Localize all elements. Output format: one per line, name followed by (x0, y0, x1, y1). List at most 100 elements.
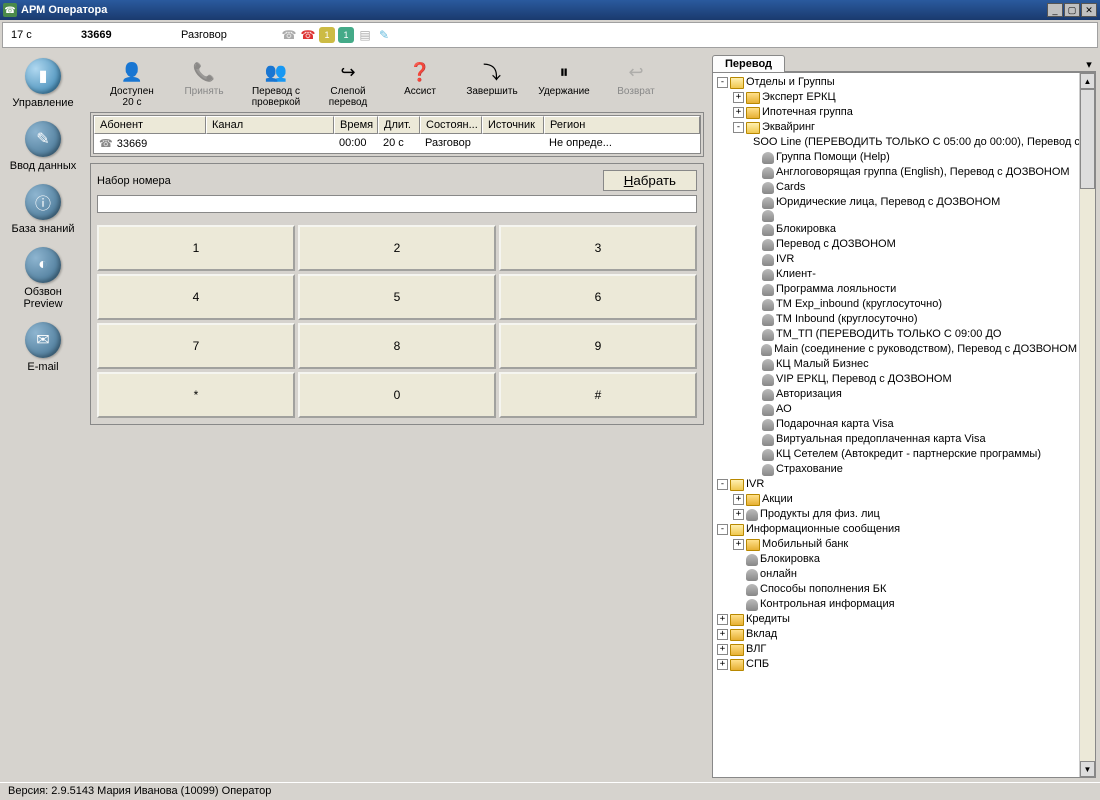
scroll-down-icon[interactable]: ▼ (1080, 761, 1095, 777)
scroll-thumb[interactable] (1080, 89, 1095, 189)
tree-node[interactable]: Виртуальная предоплаченная карта Visa (749, 432, 1077, 447)
note-grey-icon[interactable]: ▤ (357, 27, 373, 43)
transfer-tree[interactable]: - Отделы и Группы+ Эксперт ЕРКЦ+ Ипотечн… (713, 73, 1079, 777)
tree-node[interactable]: онлайн (733, 567, 1077, 582)
tree-node[interactable]: - Информационные сообщения+ Мобильный ба… (717, 522, 1077, 612)
tree-node[interactable]: VIP ЕРКЦ, Перевод с ДОЗВОНОМ (749, 372, 1077, 387)
tree-node[interactable] (749, 210, 1077, 222)
tree-node[interactable]: Англоговорящая группа (English), Перевод… (749, 165, 1077, 180)
tree-node[interactable]: + СПБ (717, 657, 1077, 672)
col-time[interactable]: Время (334, 116, 378, 134)
tree-node[interactable]: + Мобильный банк (733, 537, 1077, 552)
tree-expand-icon[interactable]: + (717, 614, 728, 625)
tree-expand-icon[interactable]: + (717, 629, 728, 640)
toolbar-hold[interactable]: ⏸Удержание (536, 60, 592, 108)
tree-node[interactable]: TM Inbound (круглосуточно) (749, 312, 1077, 327)
toolbar-blind[interactable]: ↪Слепой перевод (320, 60, 376, 108)
tree-node[interactable]: TM Exp_inbound (круглосуточно) (749, 297, 1077, 312)
tree-expand-icon[interactable]: - (717, 77, 728, 88)
toolbar-transfer[interactable]: 👥Перевод с проверкой (248, 60, 304, 108)
tree-node[interactable]: + Ипотечная группа (733, 105, 1077, 120)
key-#[interactable]: # (499, 372, 697, 418)
tree-expand-icon[interactable]: - (733, 122, 744, 133)
tree-node[interactable]: АО (749, 402, 1077, 417)
key-1[interactable]: 1 (97, 225, 295, 271)
tree-node[interactable]: Cards (749, 180, 1077, 195)
tree-expand-icon[interactable]: + (733, 92, 744, 103)
col-region[interactable]: Регион (544, 116, 700, 134)
key-0[interactable]: 0 (298, 372, 496, 418)
tab-dropdown-icon[interactable]: ▾ (1082, 58, 1096, 72)
sidebar-control[interactable]: ▮Управление (8, 58, 78, 109)
tree-node[interactable]: + Продукты для физ. лиц (733, 507, 1077, 522)
col-source[interactable]: Источник (482, 116, 544, 134)
tree-node[interactable]: + Вклад (717, 627, 1077, 642)
tree-node[interactable]: Юридические лица, Перевод с ДОЗВОНОМ (749, 195, 1077, 210)
close-button[interactable]: ✕ (1081, 3, 1097, 17)
dial-button[interactable]: Набрать (603, 170, 697, 191)
tree-node[interactable]: Main (соединение с руководством), Перево… (749, 342, 1077, 357)
tree-node[interactable]: Авторизация (749, 387, 1077, 402)
bubble-1-icon[interactable]: 1 (319, 27, 335, 43)
tree-expand-icon[interactable]: + (717, 659, 728, 670)
tree-expand-icon[interactable]: + (733, 494, 744, 505)
tree-node[interactable]: Программа лояльности (749, 282, 1077, 297)
key-9[interactable]: 9 (499, 323, 697, 369)
tree-node[interactable]: - IVR+ Акции+ Продукты для физ. лиц (717, 477, 1077, 522)
key-7[interactable]: 7 (97, 323, 295, 369)
tree-node[interactable]: КЦ Сетелем (Автокредит - партнерские про… (749, 447, 1077, 462)
tree-node[interactable]: + Эксперт ЕРКЦ (733, 90, 1077, 105)
tree-expand-icon[interactable]: + (733, 539, 744, 550)
tab-transfer[interactable]: Перевод (712, 55, 785, 72)
sidebar-email[interactable]: ✉E-mail (8, 322, 78, 373)
toolbar-end[interactable]: ⤵Завершить (464, 60, 520, 108)
tree-expand-icon[interactable]: + (733, 509, 744, 520)
tree-node[interactable]: IVR (749, 252, 1077, 267)
tree-scrollbar[interactable]: ▲ ▼ (1079, 73, 1095, 777)
tree-node[interactable]: Страхование (749, 462, 1077, 477)
pin-icon[interactable]: ✎ (376, 27, 392, 43)
tree-expand-icon[interactable]: - (717, 524, 728, 535)
table-row[interactable]: ☎3366900:0020 сРазговорНе опреде... (94, 134, 700, 153)
col-state[interactable]: Состоян... (420, 116, 482, 134)
key-6[interactable]: 6 (499, 274, 697, 320)
tree-node[interactable]: Перевод с ДОЗВОНОМ (749, 237, 1077, 252)
sidebar-preview[interactable]: ◐Обзвон Preview (8, 247, 78, 310)
tree-node[interactable]: Группа Помощи (Help) (749, 150, 1077, 165)
tree-node[interactable]: + Акции (733, 492, 1077, 507)
key-5[interactable]: 5 (298, 274, 496, 320)
sidebar-kb[interactable]: ⓘБаза знаний (8, 184, 78, 235)
minimize-button[interactable]: _ (1047, 3, 1063, 17)
tree-node[interactable]: + ВЛГ (717, 642, 1077, 657)
key-4[interactable]: 4 (97, 274, 295, 320)
tree-node[interactable]: - Эквайринг SOO Line (ПЕРЕВОДИТЬ ТОЛЬКО … (733, 120, 1077, 477)
bubble-2-icon[interactable]: 1 (338, 27, 354, 43)
tree-node[interactable]: ТМ_ТП (ПЕРЕВОДИТЬ ТОЛЬКО С 09:00 ДО (749, 327, 1077, 342)
handset-red-icon[interactable]: ☎ (300, 27, 316, 43)
maximize-button[interactable]: ▢ (1064, 3, 1080, 17)
toolbar-assist[interactable]: ❓Ассист (392, 60, 448, 108)
dial-input[interactable] (97, 195, 697, 213)
tree-node[interactable]: SOO Line (ПЕРЕВОДИТЬ ТОЛЬКО С 05:00 до 0… (749, 135, 1077, 150)
tree-node[interactable]: Способы пополнения БК (733, 582, 1077, 597)
tree-node[interactable]: КЦ Малый Бизнес (749, 357, 1077, 372)
tree-node[interactable]: + Кредиты (717, 612, 1077, 627)
tree-expand-icon[interactable]: + (733, 107, 744, 118)
col-subscriber[interactable]: Абонент (94, 116, 206, 134)
key-*[interactable]: * (97, 372, 295, 418)
key-3[interactable]: 3 (499, 225, 697, 271)
handset-grey-icon[interactable]: ☎ (281, 27, 297, 43)
key-2[interactable]: 2 (298, 225, 496, 271)
tree-node[interactable]: - Отделы и Группы+ Эксперт ЕРКЦ+ Ипотечн… (717, 75, 1077, 477)
tree-node[interactable]: Контрольная информация (733, 597, 1077, 612)
tree-expand-icon[interactable]: + (717, 644, 728, 655)
col-duration[interactable]: Длит. (378, 116, 420, 134)
tree-node[interactable]: Блокировка (733, 552, 1077, 567)
tree-node[interactable]: Блокировка (749, 222, 1077, 237)
tree-expand-icon[interactable]: - (717, 479, 728, 490)
key-8[interactable]: 8 (298, 323, 496, 369)
tree-node[interactable]: Клиент- (749, 267, 1077, 282)
sidebar-input[interactable]: ✎Ввод данных (8, 121, 78, 172)
tree-node[interactable]: Подарочная карта Visa (749, 417, 1077, 432)
col-channel[interactable]: Канал (206, 116, 334, 134)
